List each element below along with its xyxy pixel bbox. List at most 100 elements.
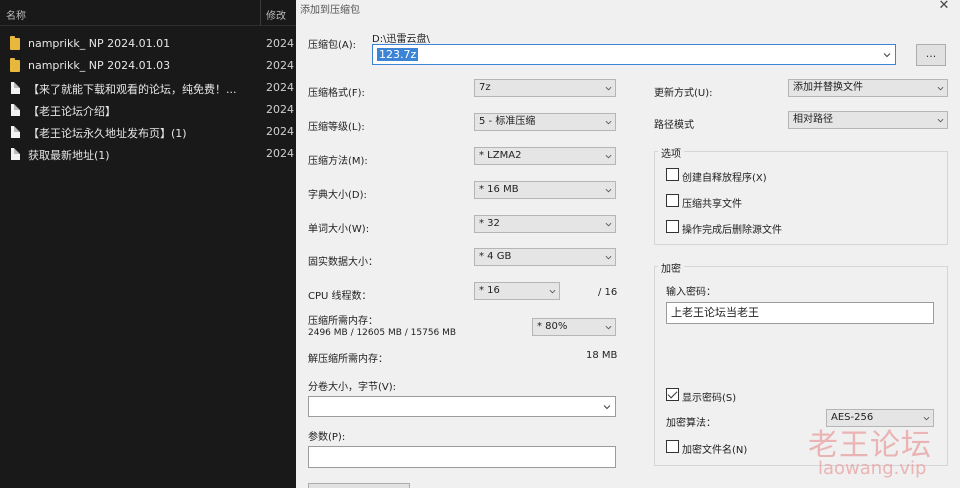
format-label: 压缩格式(F):	[308, 88, 365, 99]
column-name-header[interactable]: 名称	[6, 7, 26, 22]
chevron-down-icon	[549, 289, 556, 294]
level-label: 压缩等级(L):	[308, 122, 365, 133]
encryption-group-title: 加密	[658, 260, 684, 275]
file-date: 2024	[266, 59, 294, 72]
archive-name-selected-text: 123.7z	[377, 48, 419, 61]
delete-after-checkbox[interactable]	[666, 220, 679, 233]
format-select-value: 7z	[479, 82, 491, 93]
mem-comp-select-value: * 80%	[537, 321, 568, 332]
cpu-label: CPU 线程数：	[308, 291, 372, 302]
cpu-select-value: * 16	[479, 285, 500, 296]
word-label: 单词大小(W):	[308, 224, 370, 235]
path-mode-select-value: 相对路径	[793, 114, 833, 125]
file-list-row[interactable]: 【老王论坛介绍】 2024	[0, 99, 296, 121]
dict-label: 字典大小(D):	[308, 190, 367, 201]
mem-comp-select[interactable]: * 80%	[532, 318, 616, 336]
word-select[interactable]: * 32	[474, 215, 616, 233]
update-select[interactable]: 添加并替换文件	[788, 79, 948, 97]
file-list-row[interactable]: 【来了就能下载和观看的论坛，纯免费！... 2024	[0, 77, 296, 99]
show-password-label[interactable]: 显示密码(S)	[682, 389, 736, 404]
password-input[interactable]: 上老王论坛当老王	[666, 302, 934, 324]
file-icon	[11, 104, 20, 116]
file-date: 2024	[266, 103, 294, 116]
solid-select-value: * 4 GB	[479, 251, 512, 262]
mem-comp-label: 压缩所需内存：	[308, 316, 378, 327]
file-name: namprikk_ NP 2024.01.03	[28, 59, 171, 72]
params-label: 参数(P):	[308, 432, 346, 443]
column-modified-header[interactable]: 修改	[266, 7, 286, 22]
watermark-url: laowang.vip	[818, 458, 927, 479]
chevron-down-icon	[605, 154, 612, 159]
file-list-row[interactable]: 获取最新地址(1) 2024	[0, 143, 296, 165]
dict-select-value: * 16 MB	[479, 184, 519, 195]
file-list-row[interactable]: namprikk_ NP 2024.01.01 2024	[0, 33, 296, 55]
method-select-value: * LZMA2	[479, 150, 522, 161]
chevron-down-icon	[605, 222, 612, 227]
level-select[interactable]: 5 - 标准压缩	[474, 113, 616, 131]
params-input[interactable]	[308, 446, 616, 468]
mem-decomp-label: 解压缩所需内存：	[308, 354, 388, 365]
shared-label[interactable]: 压缩共享文件	[682, 195, 742, 210]
file-date: 2024	[266, 37, 294, 50]
format-select[interactable]: 7z	[474, 79, 616, 97]
options-group-title: 选项	[658, 145, 684, 160]
chevron-down-icon	[605, 120, 612, 125]
file-icon	[11, 148, 20, 160]
encryption-method-label: 加密算法：	[666, 418, 716, 429]
file-name: 【老王论坛永久地址发布页】(1)	[28, 127, 187, 140]
path-mode-select[interactable]: 相对路径	[788, 111, 948, 129]
chevron-down-icon[interactable]	[603, 403, 611, 411]
column-divider[interactable]	[260, 0, 261, 26]
file-date: 2024	[266, 81, 294, 94]
chevron-down-icon[interactable]	[883, 51, 891, 59]
file-name: 【老王论坛介绍】	[28, 105, 116, 118]
file-date: 2024	[266, 125, 294, 138]
file-explorer-pane: 名称 修改 namprikk_ NP 2024.01.01 2024 namprik…	[0, 0, 296, 488]
file-icon	[11, 126, 20, 138]
level-select-value: 5 - 标准压缩	[479, 116, 536, 127]
chevron-down-icon	[937, 86, 944, 91]
encrypt-names-label[interactable]: 加密文件名(N)	[682, 441, 747, 456]
delete-after-label[interactable]: 操作完成后删除源文件	[682, 221, 782, 236]
browse-button[interactable]: ...	[916, 44, 946, 66]
chevron-down-icon	[605, 188, 612, 193]
word-select-value: * 32	[479, 218, 500, 229]
show-password-checkbox[interactable]	[666, 388, 679, 401]
split-size-input[interactable]	[308, 396, 616, 417]
folder-icon	[10, 36, 20, 50]
solid-label: 固实数据大小：	[308, 257, 378, 268]
archive-name-input[interactable]: 123.7z	[372, 44, 896, 65]
chevron-down-icon	[605, 86, 612, 91]
shared-checkbox[interactable]	[666, 194, 679, 207]
archive-path: D:\迅雷云盘\	[372, 34, 430, 45]
file-name: 获取最新地址(1)	[28, 149, 110, 162]
chevron-down-icon	[937, 118, 944, 123]
encrypt-names-checkbox[interactable]	[666, 440, 679, 453]
method-select[interactable]: * LZMA2	[474, 147, 616, 165]
mem-decomp-value: 18 MB	[586, 350, 618, 361]
close-icon[interactable]: ✕	[936, 0, 952, 12]
dialog-title: 添加到压缩包	[300, 5, 360, 16]
path-mode-label: 路径模式	[654, 120, 694, 131]
sfx-label[interactable]: 创建自释放程序(X)	[682, 169, 767, 184]
cpu-select[interactable]: * 16	[474, 282, 560, 300]
add-to-archive-dialog: 添加到压缩包 ✕ 压缩包(A): D:\迅雷云盘\ 123.7z ... 压缩格…	[296, 0, 960, 488]
update-label: 更新方式(U):	[654, 88, 713, 99]
chevron-down-icon	[605, 255, 612, 260]
solid-select[interactable]: * 4 GB	[474, 248, 616, 266]
file-list-row[interactable]: 【老王论坛永久地址发布页】(1) 2024	[0, 121, 296, 143]
update-select-value: 添加并替换文件	[793, 82, 863, 93]
file-list-row[interactable]: namprikk_ NP 2024.01.03 2024	[0, 55, 296, 77]
cpu-total: / 16	[598, 287, 618, 298]
folder-icon	[10, 58, 20, 72]
dict-select[interactable]: * 16 MB	[474, 181, 616, 199]
password-label: 输入密码：	[666, 287, 716, 298]
ok-button-partial[interactable]	[308, 483, 410, 488]
file-name: namprikk_ NP 2024.01.01	[28, 37, 171, 50]
explorer-column-header: 名称 修改	[0, 0, 296, 26]
method-label: 压缩方法(M):	[308, 156, 368, 167]
split-label: 分卷大小，字节(V):	[308, 382, 397, 393]
sfx-checkbox[interactable]	[666, 168, 679, 181]
file-name: 【来了就能下载和观看的论坛，纯免费！...	[28, 83, 237, 96]
file-icon	[11, 82, 20, 94]
